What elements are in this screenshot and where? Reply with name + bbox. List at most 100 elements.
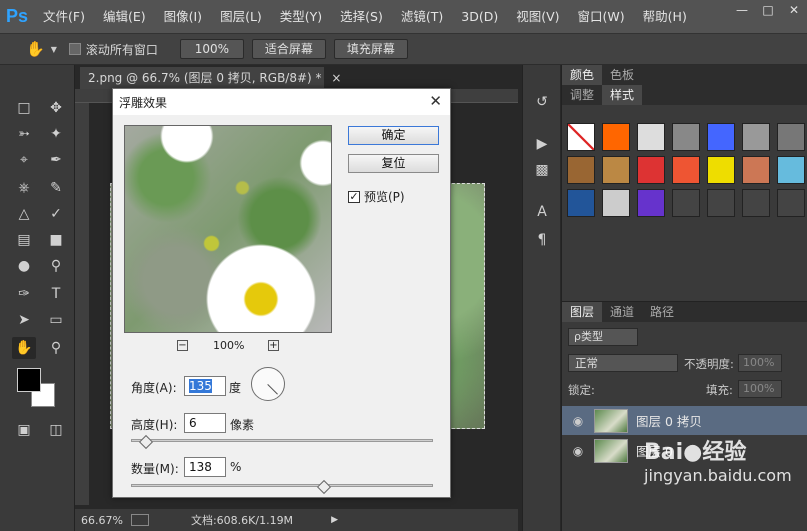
menu-file[interactable]: 文件(F) bbox=[34, 0, 94, 33]
menu-select[interactable]: 选择(S) bbox=[331, 0, 392, 33]
ok-button[interactable]: 确定 bbox=[348, 126, 439, 145]
menu-3d[interactable]: 3D(D) bbox=[452, 0, 507, 33]
opacity-input[interactable]: 100% bbox=[738, 354, 782, 372]
amount-slider-thumb[interactable] bbox=[317, 479, 332, 495]
type-tool-icon[interactable]: T bbox=[44, 283, 68, 305]
height-input[interactable]: 6 bbox=[184, 413, 226, 433]
menu-view[interactable]: 视图(V) bbox=[507, 0, 568, 33]
preview-checkbox[interactable]: ✓ 预览(P) bbox=[348, 188, 405, 205]
style-swatch[interactable] bbox=[567, 189, 595, 217]
menu-edit[interactable]: 编辑(E) bbox=[94, 0, 155, 33]
paragraph-panel-icon[interactable]: ¶ bbox=[530, 229, 554, 251]
style-swatch[interactable] bbox=[672, 156, 700, 184]
style-swatch[interactable] bbox=[602, 156, 630, 184]
dodge-tool-icon[interactable]: ⚲ bbox=[44, 255, 68, 277]
brush-tool-icon[interactable]: ✎ bbox=[44, 177, 68, 199]
style-swatch[interactable] bbox=[777, 189, 805, 217]
height-slider-thumb[interactable] bbox=[139, 434, 154, 450]
style-swatch[interactable] bbox=[707, 156, 735, 184]
style-swatch[interactable] bbox=[567, 156, 595, 184]
tab-layers[interactable]: 图层 bbox=[562, 302, 603, 322]
style-swatch[interactable] bbox=[637, 189, 665, 217]
document-tab[interactable]: 2.png @ 66.7% (图层 0 拷贝, RGB/8#) * × bbox=[80, 67, 341, 89]
hand-tool-icon[interactable]: ✋ bbox=[26, 40, 45, 58]
reset-button[interactable]: 复位 bbox=[348, 154, 439, 173]
healing-brush-icon[interactable]: ⎈ bbox=[12, 177, 36, 199]
zoom-level[interactable]: 66.67% bbox=[81, 514, 123, 527]
menu-help[interactable]: 帮助(H) bbox=[634, 0, 696, 33]
zoom-out-button[interactable]: − bbox=[177, 340, 188, 351]
style-swatch-none[interactable] bbox=[567, 123, 595, 151]
path-selection-icon[interactable]: ➤ bbox=[12, 309, 36, 331]
tab-channels[interactable]: 通道 bbox=[602, 302, 642, 322]
amount-input[interactable]: 138 bbox=[184, 457, 226, 477]
history-panel-icon[interactable]: ↺ bbox=[530, 91, 554, 113]
hand-tool-active-icon[interactable]: ✋ bbox=[12, 337, 36, 359]
minimize-button[interactable]: — bbox=[729, 0, 755, 20]
rectangle-tool-icon[interactable]: ▭ bbox=[44, 309, 68, 331]
style-swatch[interactable] bbox=[672, 189, 700, 217]
fill-screen-button[interactable]: 填充屏幕 bbox=[333, 39, 408, 59]
eraser-tool-icon[interactable]: ▤ bbox=[12, 229, 36, 251]
tool-preset-chevron-icon[interactable]: ▼ bbox=[51, 45, 57, 54]
move-tool-icon[interactable]: ✥ bbox=[44, 97, 68, 119]
status-menu-arrow-icon[interactable]: ▶ bbox=[331, 515, 338, 525]
3d-panel-icon[interactable]: ▩ bbox=[530, 159, 554, 181]
zoom-in-button[interactable]: + bbox=[268, 340, 279, 351]
history-brush-icon[interactable]: ✓ bbox=[44, 203, 68, 225]
tab-paths[interactable]: 路径 bbox=[642, 302, 682, 322]
maximize-button[interactable]: □ bbox=[755, 0, 781, 20]
style-swatch[interactable] bbox=[742, 189, 770, 217]
angle-dial[interactable] bbox=[251, 367, 285, 401]
close-window-button[interactable]: ✕ bbox=[781, 0, 807, 20]
tab-color[interactable]: 颜色 bbox=[562, 65, 603, 85]
menu-layer[interactable]: 图层(L) bbox=[211, 0, 271, 33]
clone-stamp-icon[interactable]: △ bbox=[12, 203, 36, 225]
style-swatch[interactable] bbox=[742, 123, 770, 151]
style-swatch[interactable] bbox=[777, 123, 805, 151]
style-swatch[interactable] bbox=[637, 123, 665, 151]
zoom-tool-icon[interactable]: ⚲ bbox=[44, 337, 68, 359]
scroll-all-windows-checkbox[interactable]: 滚动所有窗口 bbox=[68, 41, 158, 58]
menu-window[interactable]: 窗口(W) bbox=[569, 0, 634, 33]
magic-wand-icon[interactable]: ✦ bbox=[44, 123, 68, 145]
dialog-close-icon[interactable]: ✕ bbox=[429, 92, 442, 110]
style-swatch[interactable] bbox=[602, 123, 630, 151]
style-swatch[interactable] bbox=[602, 189, 630, 217]
tab-adjustments[interactable]: 调整 bbox=[562, 85, 602, 105]
character-panel-icon[interactable]: A bbox=[530, 201, 554, 223]
tab-swatches[interactable]: 色板 bbox=[602, 65, 642, 85]
blend-mode-select[interactable]: 正常 bbox=[568, 354, 678, 372]
style-swatch[interactable] bbox=[707, 189, 735, 217]
angle-input[interactable]: 135 bbox=[184, 376, 226, 396]
document-tab-close-icon[interactable]: × bbox=[331, 71, 341, 85]
menu-image[interactable]: 图像(I) bbox=[155, 0, 211, 33]
tab-styles[interactable]: 样式 bbox=[602, 85, 643, 105]
amount-slider-track[interactable] bbox=[131, 484, 433, 487]
height-slider-track[interactable] bbox=[131, 439, 433, 442]
menu-type[interactable]: 类型(Y) bbox=[271, 0, 331, 33]
fill-input[interactable]: 100% bbox=[738, 380, 782, 398]
gradient-tool-icon[interactable]: ■ bbox=[44, 229, 68, 251]
visibility-eye-icon[interactable]: ◉ bbox=[562, 444, 594, 458]
blur-tool-icon[interactable]: ● bbox=[12, 255, 36, 277]
layer-kind-filter[interactable]: ρ类型 bbox=[568, 328, 638, 346]
style-swatch[interactable] bbox=[707, 123, 735, 151]
style-swatch[interactable] bbox=[672, 123, 700, 151]
checkbox-box[interactable] bbox=[68, 43, 81, 55]
filter-preview[interactable] bbox=[124, 125, 332, 333]
pen-tool-icon[interactable]: ✑ bbox=[12, 283, 36, 305]
foreground-color-swatch[interactable] bbox=[17, 368, 41, 392]
crop-tool-icon[interactable]: ⌖ bbox=[12, 149, 36, 171]
zoom-100-button[interactable]: 100% bbox=[179, 39, 244, 59]
style-swatch[interactable] bbox=[742, 156, 770, 184]
quick-mask-icon[interactable]: ▣ bbox=[12, 419, 36, 441]
actions-panel-icon[interactable]: ▶ bbox=[530, 133, 554, 155]
layer-row-copy[interactable]: ◉ 图层 0 拷贝 bbox=[562, 406, 807, 435]
screen-mode-icon[interactable]: ◫ bbox=[44, 419, 68, 441]
marquee-tool-icon[interactable]: □ bbox=[12, 97, 36, 119]
style-swatch[interactable] bbox=[637, 156, 665, 184]
visibility-eye-icon[interactable]: ◉ bbox=[562, 414, 594, 428]
menu-filter[interactable]: 滤镜(T) bbox=[392, 0, 452, 33]
style-swatch[interactable] bbox=[777, 156, 805, 184]
